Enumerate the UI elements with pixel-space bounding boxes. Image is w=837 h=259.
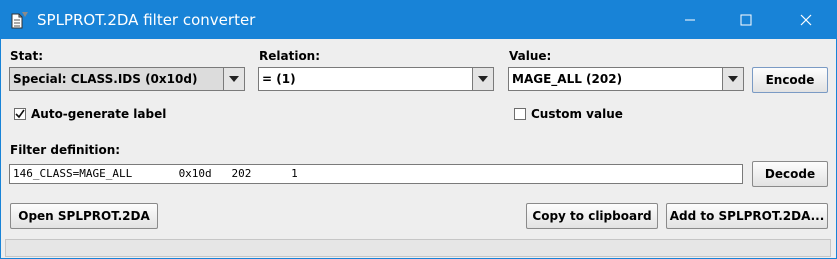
maximize-button[interactable] — [723, 1, 769, 39]
document-app-icon — [9, 11, 29, 29]
close-button[interactable] — [783, 1, 829, 39]
custom-value-text: Custom value — [531, 107, 623, 121]
relation-combobox[interactable]: = (1) — [258, 67, 494, 91]
window-title: SPLPROT.2DA filter converter — [37, 11, 256, 29]
stat-selected-value: Special: CLASS.IDS (0x10d) — [13, 72, 198, 86]
title-bar[interactable]: SPLPROT.2DA filter converter — [1, 1, 836, 39]
minimize-button[interactable] — [667, 1, 713, 39]
maximize-icon — [740, 14, 752, 26]
stat-label: Stat: — [10, 49, 44, 63]
encode-button[interactable]: Encode — [752, 67, 828, 93]
auto-generate-label-text: Auto-generate label — [31, 107, 167, 121]
stat-combobox[interactable]: Special: CLASS.IDS (0x10d) — [9, 67, 245, 91]
checkbox-checked-icon — [14, 108, 26, 120]
auto-generate-label-checkbox[interactable]: Auto-generate label — [14, 107, 166, 121]
chevron-down-icon — [728, 76, 738, 82]
minimize-icon — [685, 19, 695, 21]
copy-to-clipboard-button[interactable]: Copy to clipboard — [526, 203, 658, 229]
relation-dropdown-button[interactable] — [472, 68, 493, 90]
value-dropdown-button[interactable] — [722, 68, 743, 90]
checkbox-unchecked-icon — [514, 108, 526, 120]
decode-button[interactable]: Decode — [752, 161, 828, 187]
add-to-splprot-button[interactable]: Add to SPLPROT.2DA... — [666, 203, 828, 229]
status-bar — [5, 239, 831, 257]
filter-definition-field[interactable]: 146_CLASS=MAGE_ALL 0x10d 202 1 — [9, 164, 743, 184]
filter-converter-window: SPLPROT.2DA filter converter Stat: Relat… — [0, 0, 837, 259]
relation-label: Relation: — [259, 49, 321, 63]
value-label: Value: — [509, 49, 552, 63]
chevron-down-icon — [229, 76, 239, 82]
relation-selected-value: = (1) — [262, 72, 296, 86]
value-selected-value: MAGE_ALL (202) — [512, 72, 623, 86]
open-splprot-button[interactable]: Open SPLPROT.2DA — [10, 203, 158, 229]
chevron-down-icon — [478, 76, 488, 82]
stat-dropdown-button[interactable] — [223, 68, 244, 90]
filter-definition-label: Filter definition: — [10, 143, 121, 157]
close-icon — [800, 14, 812, 26]
value-combobox[interactable]: MAGE_ALL (202) — [508, 67, 744, 91]
custom-value-checkbox[interactable]: Custom value — [514, 107, 623, 121]
